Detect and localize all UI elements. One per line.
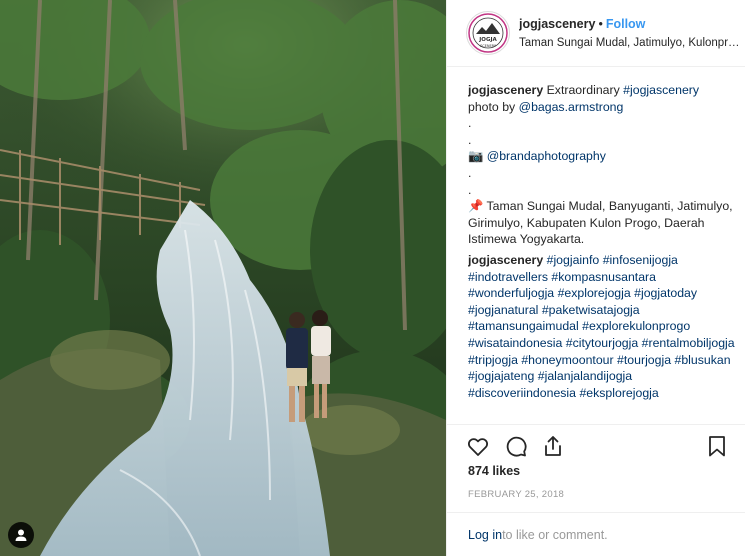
- person-icon: [15, 529, 27, 541]
- caption: jogjascenery Extraordinary #jogjascenery…: [468, 82, 736, 248]
- follow-button[interactable]: Follow: [606, 17, 646, 31]
- separator-dot: •: [598, 16, 603, 31]
- caption-dot: .: [468, 132, 472, 147]
- post-photo[interactable]: [0, 0, 446, 556]
- hashtag-link[interactable]: #explorekulonprogo: [582, 319, 690, 333]
- hashtag-link[interactable]: #jalanjalandijogja: [538, 369, 632, 383]
- waterfall-photo: [0, 0, 446, 556]
- caption-dot: .: [468, 116, 472, 131]
- hashtag-link[interactable]: #indotravellers: [468, 270, 548, 284]
- hashtag-link[interactable]: #explorejogja: [558, 286, 631, 300]
- hashtag-link[interactable]: #rentalmobiljogja: [642, 336, 735, 350]
- comment: jogjascenery #jogjainfo #infosenijogja #…: [468, 252, 736, 401]
- caption-address: Taman Sungai Mudal, Banyuganti, Jatimuly…: [468, 199, 733, 247]
- post-header: JOGJA SCENERY jogjascenery • Follow Taman …: [447, 0, 745, 67]
- hashtag-link[interactable]: #honeymoontour: [521, 353, 613, 367]
- hashtag-link[interactable]: #blusukan: [674, 353, 730, 367]
- share-button[interactable]: [541, 434, 565, 461]
- heart-icon: [468, 438, 488, 456]
- login-prompt-text: to like or comment.: [502, 527, 608, 542]
- header-username[interactable]: jogjascenery: [519, 17, 595, 31]
- hashtag-link[interactable]: #paketwisatajogja: [542, 303, 640, 317]
- hashtag-link[interactable]: #discoveriindonesia: [468, 386, 576, 400]
- hashtag-link[interactable]: #jogjascenery: [623, 83, 699, 97]
- hashtag-link[interactable]: #jogjatoday: [634, 286, 697, 300]
- pin-icon: 📌: [468, 199, 484, 214]
- hashtag-link[interactable]: #wonderfuljogja: [468, 286, 554, 300]
- mention-link[interactable]: @brandaphotography: [487, 149, 606, 163]
- hashtag-link[interactable]: #wisataindonesia: [468, 336, 562, 350]
- comment-username[interactable]: jogjascenery: [468, 253, 543, 267]
- svg-text:SCENERY: SCENERY: [480, 44, 497, 48]
- caption-text: photo by: [468, 99, 519, 114]
- jogjascenery-logo: JOGJA SCENERY: [468, 13, 508, 53]
- hashtag-link[interactable]: #tourjogja: [617, 353, 671, 367]
- login-prompt: Log in to like or comment.: [447, 512, 745, 556]
- hashtag-link[interactable]: #jogjanatural: [468, 303, 538, 317]
- post-side-panel: JOGJA SCENERY jogjascenery • Follow Taman …: [446, 0, 745, 556]
- hashtag-link[interactable]: #jogjainfo: [547, 253, 600, 267]
- hashtag-link[interactable]: #tamansungaimudal: [468, 319, 579, 333]
- caption-username[interactable]: jogjascenery: [468, 83, 543, 97]
- location-link[interactable]: Taman Sungai Mudal, Jatimulyo, Kulonprog…: [519, 35, 741, 51]
- post-date[interactable]: FEBRUARY 25, 2018: [468, 489, 564, 500]
- like-count[interactable]: 874 likes: [468, 464, 520, 478]
- hashtag-link[interactable]: #jogjajateng: [468, 369, 534, 383]
- like-button[interactable]: [466, 434, 490, 461]
- hashtag-link[interactable]: #kompasnusantara: [551, 270, 656, 284]
- bookmark-icon: [709, 436, 725, 457]
- caption-dot: .: [468, 165, 472, 180]
- hashtag-link[interactable]: #eksplorejogja: [579, 386, 658, 400]
- mention-link[interactable]: @bagas.armstrong: [519, 100, 624, 114]
- hashtag-link[interactable]: #citytourjogja: [566, 336, 638, 350]
- avatar[interactable]: JOGJA SCENERY: [466, 11, 510, 55]
- hashtag-link[interactable]: #tripjogja: [468, 353, 518, 367]
- svg-text:JOGJA: JOGJA: [478, 37, 497, 43]
- login-link[interactable]: Log in: [468, 528, 502, 542]
- action-bar: [447, 424, 745, 464]
- share-icon: [545, 436, 561, 456]
- user-tags-button[interactable]: [8, 522, 34, 548]
- comments-list: jogjascenery Extraordinary #jogjascenery…: [468, 82, 736, 424]
- caption-text: Extraordinary: [546, 83, 624, 97]
- instagram-post: JOGJA SCENERY jogjascenery • Follow Taman …: [0, 0, 745, 556]
- camera-icon: 📷: [468, 149, 484, 164]
- comment-button[interactable]: [504, 434, 528, 461]
- caption-dot: .: [468, 182, 472, 197]
- hashtag-link[interactable]: #infosenijogja: [603, 253, 678, 267]
- bookmark-button[interactable]: [705, 434, 729, 461]
- comment-icon: [506, 436, 527, 457]
